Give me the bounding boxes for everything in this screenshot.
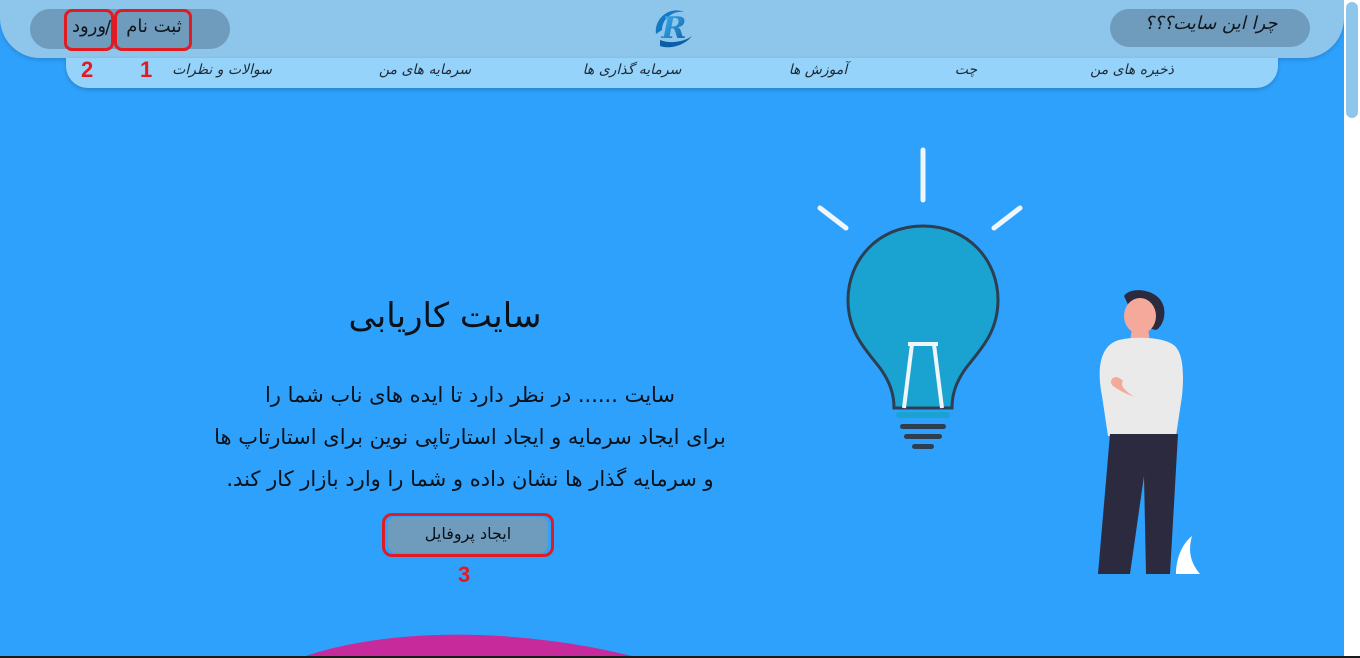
annotation-number-1: 1	[140, 57, 153, 82]
logo-icon[interactable]: R	[648, 4, 696, 52]
scrollbar-thumb[interactable]	[1346, 2, 1358, 118]
nav-item-my-saves[interactable]: ذخیره های من	[1082, 62, 1182, 82]
annotation-number-3: 3	[458, 562, 471, 587]
nav-item-faq[interactable]: سوالات و نظرات	[168, 62, 276, 82]
why-this-site-button[interactable]: چرا این سایت؟؟؟	[1126, 13, 1296, 39]
nav-item-chat[interactable]: چت	[948, 62, 984, 82]
nav-item-my-capital[interactable]: سرمایه های من	[370, 62, 480, 82]
decorative-wave-icon	[300, 634, 640, 658]
person-illustration-icon	[1098, 290, 1200, 575]
highlight-login	[64, 9, 114, 51]
page: ثبت نام / ورود 1 2 R چرا این سایت؟؟؟ ذخی…	[0, 0, 1360, 658]
hero-text-line-3: و سرمایه گذار ها نشان داده و شما را وارد…	[226, 467, 714, 491]
hero-text-line-1: سایت ...... در نظر دارد تا ایده های ناب …	[264, 383, 676, 407]
lightbulb-icon	[817, 147, 1023, 449]
nav-item-tutorials[interactable]: آموزش ها	[780, 62, 856, 82]
logo-letter: R	[661, 11, 687, 46]
annotation-number-2: 2	[81, 57, 94, 82]
highlight-create-profile	[382, 513, 554, 557]
highlight-signup	[114, 9, 192, 51]
nav-item-investments[interactable]: سرمایه گذاری ها	[574, 62, 690, 82]
hero-text-line-2: برای ایجاد سرمایه و ایجاد استارتاپی نوین…	[214, 425, 726, 449]
hero-title: سایت کاریابی	[348, 296, 542, 336]
